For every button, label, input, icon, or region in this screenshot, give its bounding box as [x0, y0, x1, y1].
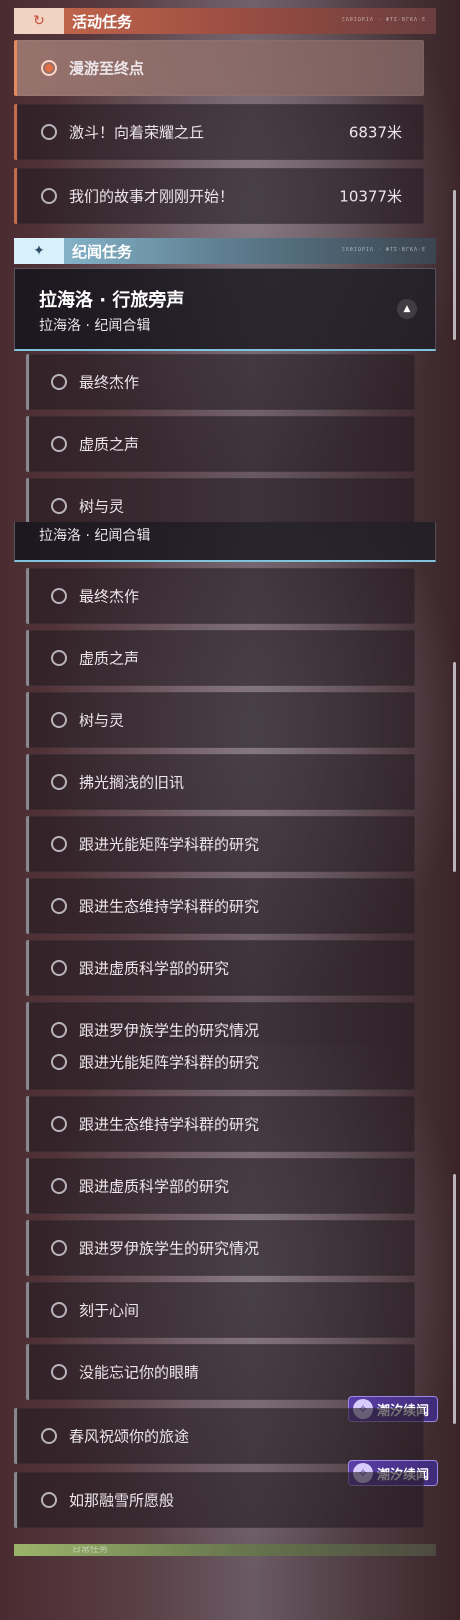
quest-label: 虚质之声	[79, 435, 140, 454]
radio-icon[interactable]	[51, 898, 67, 914]
radio-icon[interactable]	[41, 1428, 57, 1444]
quest-panel-snapshot-2: 拉海洛 · 纪闻合辑 最终杰作 虚质之声 树与灵 拂光搁浅的旧讯 跟进光能矩阵学…	[0, 522, 460, 1044]
collection-subtitle: 拉海洛 · 纪闻合辑	[39, 318, 151, 334]
collection-title: 拉海洛 · 行旅旁声	[39, 290, 185, 311]
quest-row[interactable]: 跟进生态维持学科群的研究	[26, 878, 415, 934]
section-title: 活动任务	[72, 13, 133, 31]
radio-icon[interactable]	[51, 712, 67, 728]
quest-row[interactable]: 最终杰作	[26, 568, 415, 624]
quest-label: 虚质之声	[79, 649, 140, 668]
radio-selected-icon[interactable]	[41, 60, 57, 76]
radio-icon[interactable]	[51, 588, 67, 604]
quest-label: 拂光搁浅的旧讯	[79, 773, 185, 792]
radio-icon[interactable]	[51, 1178, 67, 1194]
quest-label: 春风祝颂你的旅途	[69, 1427, 190, 1446]
collapse-triangle-icon[interactable]: ▲	[397, 299, 417, 319]
radio-icon[interactable]	[41, 188, 57, 204]
quest-row[interactable]: 刻于心间	[26, 1282, 415, 1338]
radio-icon[interactable]	[51, 1054, 67, 1070]
quest-label: 我们的故事才刚刚开始！	[69, 187, 235, 206]
section-title: 日常任务	[72, 1546, 109, 1555]
quest-label: 跟进光能矩阵学科群的研究	[79, 835, 260, 854]
quest-row[interactable]: 拂光搁浅的旧讯	[26, 754, 415, 810]
story-tasks-header[interactable]: ✦ 纪闻任务 ΞΛΘΙΩΡΙΛ · ΦΤΣ·ΒΓΚΛ·Ε	[14, 238, 436, 264]
quest-label: 跟进罗伊族学生的研究情况	[79, 1239, 260, 1258]
quest-row[interactable]: 跟进光能矩阵学科群的研究	[26, 1044, 415, 1090]
quest-label: 跟进生态维持学科群的研究	[79, 897, 260, 916]
quest-row[interactable]: 我们的故事才刚刚开始！ 10377米	[14, 168, 424, 224]
quest-panel-snapshot-1: ↻ 活动任务 ΞΛΘΙΩΡΙΛ · ΦΤΣ·ΒΓΚΛ·Ε 漫游至终点 激斗！向着…	[0, 0, 460, 522]
quest-row[interactable]: 跟进光能矩阵学科群的研究	[26, 816, 415, 872]
radio-icon[interactable]	[51, 650, 67, 666]
quest-row-selected[interactable]: 漫游至终点	[14, 40, 424, 96]
distance-label: 10377米	[339, 187, 402, 206]
quest-row[interactable]: 跟进生态维持学科群的研究	[26, 1096, 415, 1152]
quest-label: 最终杰作	[79, 373, 140, 392]
quest-row[interactable]: 激斗！向着荣耀之丘 6837米	[14, 104, 424, 160]
radio-icon[interactable]	[51, 374, 67, 390]
quest-label: 最终杰作	[79, 587, 140, 606]
quest-label: 如那融雪所愿般	[69, 1491, 175, 1510]
quest-row-partial[interactable]: 树与灵	[26, 478, 415, 522]
quest-row[interactable]: 树与灵	[26, 692, 415, 748]
quest-label: 刻于心间	[79, 1301, 140, 1320]
story-collection-card[interactable]: 拉海洛 · 纪闻合辑	[14, 522, 436, 562]
quest-label: 树与灵	[79, 711, 125, 730]
radio-icon[interactable]	[41, 1492, 57, 1508]
quest-row[interactable]: 没能忘记你的眼睛	[26, 1344, 415, 1400]
quest-row[interactable]: 跟进虚质科学部的研究	[26, 1158, 415, 1214]
radio-icon[interactable]	[51, 836, 67, 852]
radio-icon[interactable]	[51, 1022, 67, 1038]
quest-label: 跟进罗伊族学生的研究情况	[79, 1021, 260, 1040]
daily-tasks-header-partial[interactable]: 日常任务	[14, 1544, 436, 1556]
header-decoration: ΞΛΘΙΩΡΙΛ · ΦΤΣ·ΒΓΚΛ·Ε	[341, 247, 426, 253]
quest-row[interactable]: 跟进罗伊族学生的研究情况	[26, 1220, 415, 1276]
quest-label: 跟进光能矩阵学科群的研究	[79, 1053, 260, 1072]
quest-row[interactable]: 虚质之声	[26, 416, 415, 472]
collection-subtitle: 拉海洛 · 纪闻合辑	[39, 528, 151, 544]
scrollbar-thumb[interactable]	[453, 662, 456, 872]
scrollbar-thumb[interactable]	[453, 1174, 456, 1424]
radio-icon[interactable]	[51, 498, 67, 514]
active-tasks-header[interactable]: ↻ 活动任务 ΞΛΘΙΩΡΙΛ · ΦΤΣ·ΒΓΚΛ·Ε	[14, 8, 436, 34]
radio-icon[interactable]	[41, 124, 57, 140]
radio-icon[interactable]	[51, 960, 67, 976]
distance-label: 6837米	[348, 123, 402, 142]
quest-label: 漫游至终点	[69, 59, 145, 78]
quest-row[interactable]: 最终杰作	[26, 354, 415, 410]
return-arrow-icon: ↻	[14, 8, 64, 34]
radio-icon[interactable]	[51, 436, 67, 452]
quest-label: 树与灵	[79, 497, 125, 516]
quest-label: 跟进虚质科学部的研究	[79, 1177, 230, 1196]
quest-panel-snapshot-3: 跟进光能矩阵学科群的研究 跟进生态维持学科群的研究 跟进虚质科学部的研究 跟进罗…	[0, 1044, 460, 1620]
quest-row-partial[interactable]: 跟进罗伊族学生的研究情况	[26, 1002, 415, 1044]
quest-label: 跟进虚质科学部的研究	[79, 959, 230, 978]
header-decoration: ΞΛΘΙΩΡΙΛ · ΦΤΣ·ΒΓΚΛ·Ε	[341, 17, 426, 23]
radio-icon[interactable]	[51, 1302, 67, 1318]
quest-row[interactable]: 虚质之声	[26, 630, 415, 686]
radio-icon[interactable]	[51, 774, 67, 790]
radio-icon[interactable]	[51, 1364, 67, 1380]
section-title: 纪闻任务	[72, 243, 133, 261]
quest-label: 跟进生态维持学科群的研究	[79, 1115, 260, 1134]
quest-label: 激斗！向着荣耀之丘	[69, 123, 205, 142]
story-collection-card[interactable]: 拉海洛 · 行旅旁声 拉海洛 · 纪闻合辑 ▲	[14, 268, 436, 351]
quest-row[interactable]: 春风祝颂你的旅途	[14, 1408, 424, 1464]
radio-icon[interactable]	[51, 1240, 67, 1256]
scrollbar-thumb[interactable]	[453, 190, 456, 340]
quest-label: 没能忘记你的眼睛	[79, 1363, 200, 1382]
sparkle-icon: ✦	[14, 238, 64, 264]
radio-icon[interactable]	[51, 1116, 67, 1132]
quest-row[interactable]: 跟进虚质科学部的研究	[26, 940, 415, 996]
quest-row[interactable]: 如那融雪所愿般	[14, 1472, 424, 1528]
